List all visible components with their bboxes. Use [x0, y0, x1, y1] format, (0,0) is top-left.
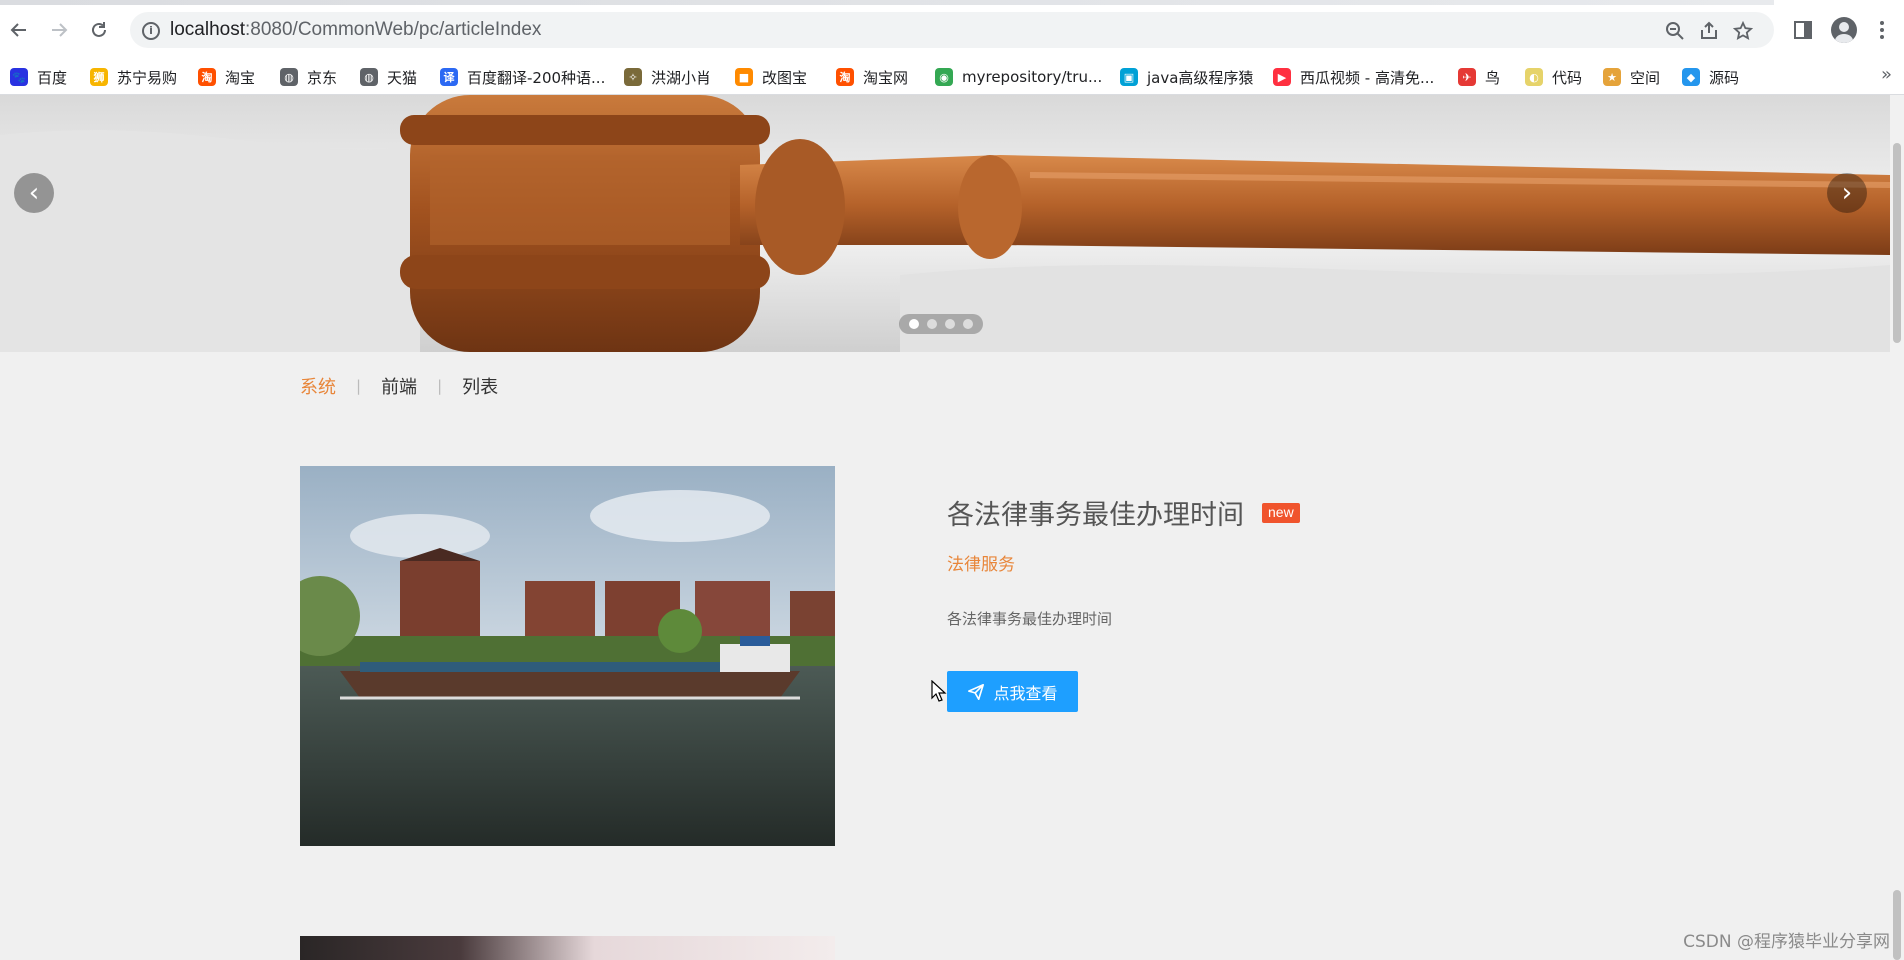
- carousel-dot[interactable]: [909, 319, 919, 329]
- red-bird-icon: ✈: [1458, 68, 1476, 86]
- bookmark-label: 改图宝: [762, 68, 808, 87]
- bookmark-label: 鸟: [1485, 68, 1501, 87]
- bookmark-item[interactable]: ◍ 天猫: [360, 65, 417, 89]
- carousel-prev-button[interactable]: ‹: [14, 173, 54, 213]
- arrow-right-icon: [52, 23, 68, 37]
- bookmark-label: 西瓜视频 - 高清免...: [1300, 68, 1435, 87]
- bookmark-item[interactable]: ▶ 西瓜视频 - 高清免...: [1273, 65, 1434, 89]
- bookmark-item[interactable]: ◆ 源码: [1682, 65, 1739, 89]
- moon-icon: ◐: [1525, 68, 1543, 86]
- chrome-drive-icon: ◉: [935, 68, 953, 86]
- article-title-row: 各法律事务最佳办理时间 new: [947, 493, 1300, 532]
- carousel-dot[interactable]: [963, 319, 973, 329]
- bookmark-label: 淘宝: [225, 68, 256, 87]
- profile-avatar-icon[interactable]: [1827, 13, 1861, 47]
- carousel-dot[interactable]: [945, 319, 955, 329]
- new-badge: new: [1262, 502, 1300, 523]
- arrow-left-icon: [10, 23, 26, 37]
- taobao-icon: 淘: [198, 68, 216, 86]
- article-title[interactable]: 各法律事务最佳办理时间: [947, 493, 1244, 532]
- xigua-play-icon: ▶: [1273, 68, 1291, 86]
- bookmark-item[interactable]: ▣ java高级程序猿: [1120, 65, 1253, 89]
- qzone-star-icon: ★: [1603, 68, 1621, 86]
- kebab-menu-icon[interactable]: [1865, 13, 1899, 47]
- bookmark-label: 洪湖小肖: [651, 68, 712, 87]
- view-article-button[interactable]: 点我查看: [947, 671, 1078, 712]
- bookmarks-overflow-button[interactable]: »: [1881, 64, 1892, 85]
- page-content: ‹ › 系统 | 前端 | 列表 各法律事务最佳办理时间 new 法律服务 各法…: [0, 95, 1904, 960]
- bookmarks-bar: 🐾 百度狮苏宁易购淘淘宝 ◍ 京东 ◍ 天猫译百度翻译-200种语... ✧ 洪湖小肖 ■ 改图宝…: [0, 60, 1904, 95]
- bookmark-label: 源码: [1709, 68, 1740, 87]
- bird-icon: ✧: [624, 68, 642, 86]
- carousel-next-button[interactable]: ›: [1827, 173, 1867, 213]
- browser-toolbar: i localhost:8080/CommonWeb/pc/articleInd…: [0, 0, 1904, 60]
- reload-button[interactable]: [82, 13, 116, 47]
- bookmark-label: 代码: [1552, 68, 1583, 87]
- bookmark-label: myrepository/tru...: [962, 68, 1103, 86]
- article-thumbnail[interactable]: [300, 466, 835, 846]
- scrollbar-thumb[interactable]: [1893, 143, 1901, 343]
- view-article-label: 点我查看: [993, 683, 1058, 703]
- bookmark-item[interactable]: ✈ 鸟: [1458, 65, 1500, 89]
- category-tabs: 系统 | 前端 | 列表: [300, 373, 498, 399]
- bookmark-item[interactable]: ✧ 洪湖小肖: [624, 65, 711, 89]
- category-tab[interactable]: 系统: [300, 373, 336, 399]
- bilibili-tv-icon: ▣: [1120, 68, 1138, 86]
- side-panel-icon[interactable]: [1786, 13, 1820, 47]
- bookmark-item[interactable]: ★ 空间: [1603, 65, 1660, 89]
- bookmark-item[interactable]: 🐾 百度: [10, 65, 67, 89]
- baidu-translate-icon: 译: [440, 68, 458, 86]
- bookmark-label: 百度翻译-200种语...: [467, 68, 606, 87]
- bookmark-item[interactable]: 狮苏宁易购: [90, 65, 177, 89]
- address-bar[interactable]: i localhost:8080/CommonWeb/pc/articleInd…: [130, 12, 1774, 48]
- globe-icon: ◍: [360, 68, 378, 86]
- site-info-icon[interactable]: i: [142, 22, 160, 40]
- tab-strip-edge: [0, 0, 1774, 5]
- bookmark-item[interactable]: 淘淘宝网: [836, 65, 908, 89]
- taobao-text-icon: 淘: [836, 68, 854, 86]
- carousel-indicators: [899, 314, 983, 334]
- paper-plane-icon: [968, 683, 985, 700]
- page-scrollbar[interactable]: [1890, 95, 1904, 960]
- url-text[interactable]: localhost:8080/CommonWeb/pc/articleIndex: [170, 19, 541, 41]
- tab-separator: |: [437, 377, 443, 395]
- category-tab[interactable]: 前端: [381, 373, 417, 399]
- tab-separator: |: [356, 377, 362, 395]
- bookmark-item[interactable]: ■ 改图宝: [735, 65, 807, 89]
- article-category[interactable]: 法律服务: [947, 550, 1015, 575]
- globe-icon: ◍: [280, 68, 298, 86]
- bookmark-label: 京东: [307, 68, 338, 87]
- bookmark-star-icon[interactable]: [1730, 18, 1756, 44]
- share-icon[interactable]: [1696, 18, 1722, 44]
- baidu-paw-icon: 🐾: [10, 68, 28, 86]
- category-tab[interactable]: 列表: [462, 373, 498, 399]
- reload-icon: [92, 22, 106, 37]
- watermark: CSDN @程序猿毕业分享网: [1683, 932, 1890, 952]
- next-article-thumbnail[interactable]: [300, 936, 835, 960]
- bookmark-label: 空间: [1630, 68, 1661, 87]
- carousel-dot[interactable]: [927, 319, 937, 329]
- back-button[interactable]: [2, 13, 36, 47]
- suning-lion-icon: 狮: [90, 68, 108, 86]
- bookmark-label: java高级程序猿: [1147, 68, 1254, 87]
- bookmark-item[interactable]: ◐ 代码: [1525, 65, 1582, 89]
- docker-whale-icon: ◆: [1682, 68, 1700, 86]
- bookmark-label: 淘宝网: [863, 68, 909, 87]
- article-summary: 各法律事务最佳办理时间: [947, 610, 1113, 628]
- scrollbar-thumb-secondary[interactable]: [1893, 890, 1901, 960]
- bookmark-item[interactable]: 译百度翻译-200种语...: [440, 65, 605, 89]
- mouse-pointer-icon: [931, 680, 947, 702]
- bookmark-label: 苏宁易购: [117, 68, 178, 87]
- carousel-banner: ‹ ›: [0, 95, 1890, 352]
- zoom-icon[interactable]: [1662, 18, 1688, 44]
- bookmark-item[interactable]: 淘淘宝: [198, 65, 255, 89]
- bookmark-label: 天猫: [387, 68, 418, 87]
- gaitubao-icon: ■: [735, 68, 753, 86]
- bookmark-item[interactable]: ◉ myrepository/tru...: [935, 65, 1102, 89]
- bookmark-item[interactable]: ◍ 京东: [280, 65, 337, 89]
- bookmark-label: 百度: [37, 68, 68, 87]
- forward-button[interactable]: [42, 13, 76, 47]
